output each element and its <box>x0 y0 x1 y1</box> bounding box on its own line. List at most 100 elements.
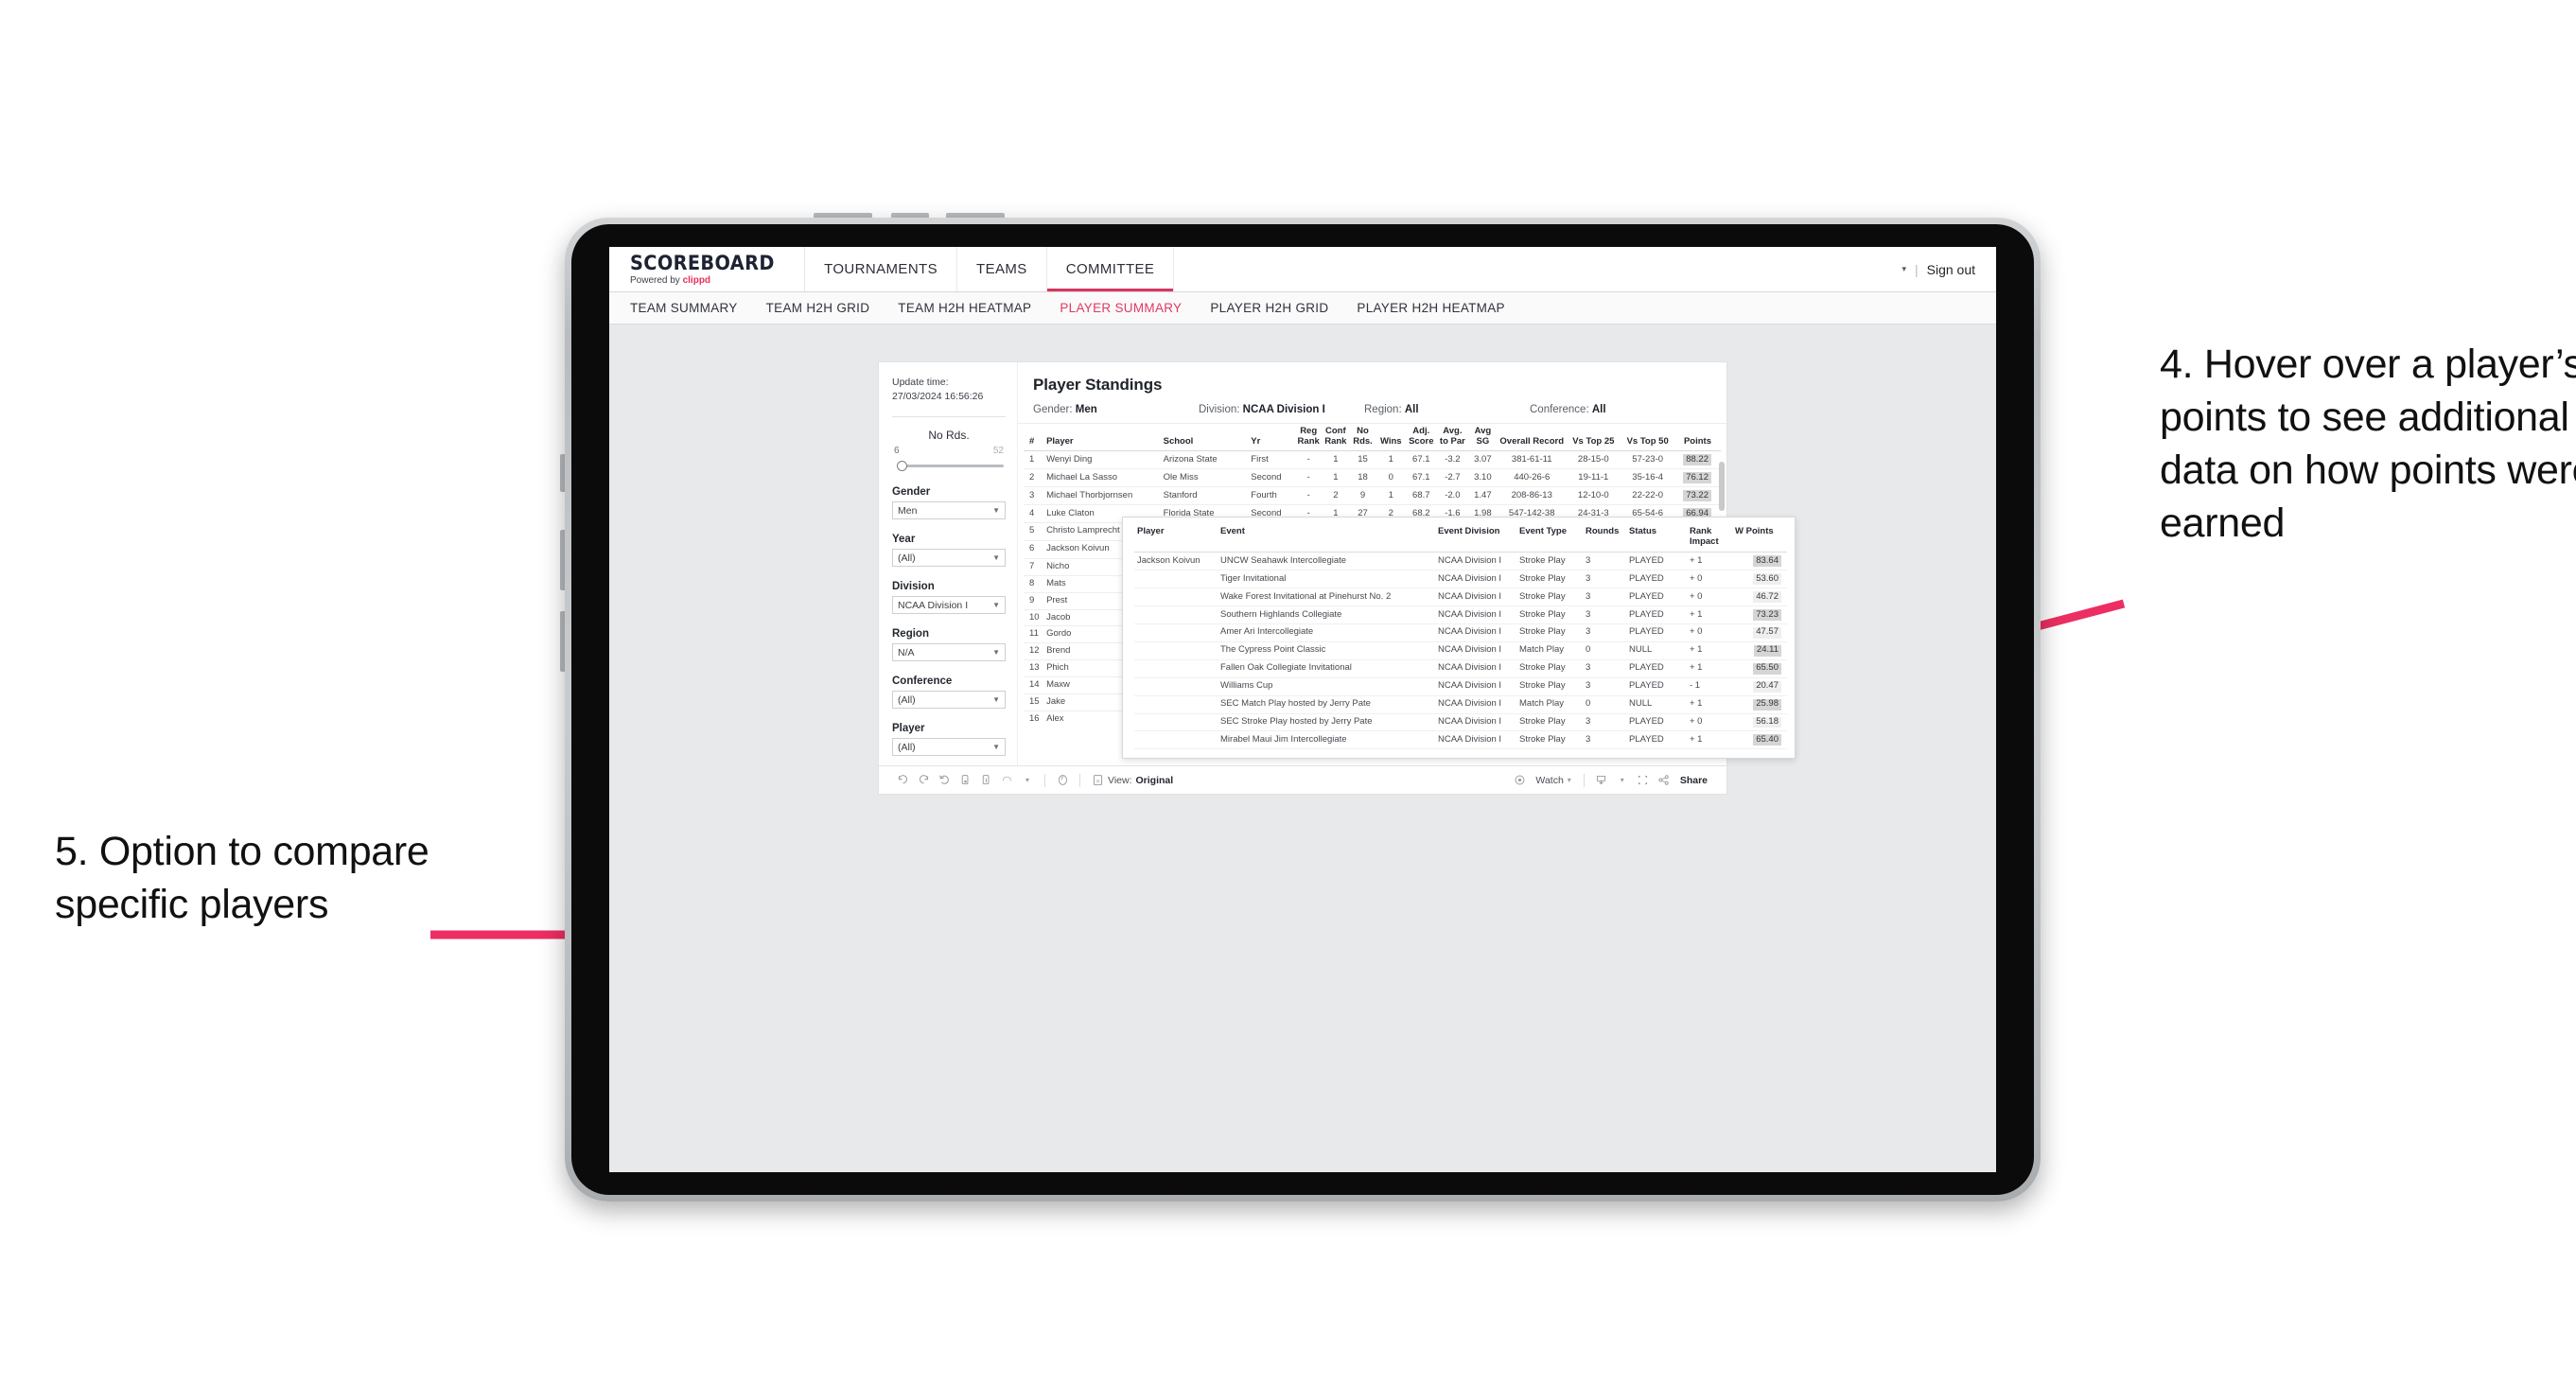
w-points-value: 53.60 <box>1753 573 1781 586</box>
filter-no-rounds[interactable]: No Rds. 6 52 <box>892 429 1006 472</box>
col-vs-top-25[interactable]: Vs Top 25 <box>1566 424 1621 452</box>
undo-icon[interactable] <box>892 774 913 786</box>
tooltip-cell-event: The Cypress Point Classic <box>1218 641 1435 660</box>
filter-region-select[interactable]: N/A ▼ <box>892 643 1006 662</box>
tooltip-cell-rounds: 3 <box>1583 605 1626 624</box>
tooltip-body: Jackson Koivun UNCW Seahawk Intercollegia… <box>1134 552 1787 750</box>
col-adj-score[interactable]: Adj. Score <box>1405 424 1437 452</box>
table-row[interactable]: 2 Michael La Sasso Ole Miss Second -1 18 0 67.1… <box>1024 468 1721 488</box>
tooltip-cell-w-points: 47.57 <box>1732 623 1787 642</box>
filter-division-select[interactable]: NCAA Division I ▼ <box>892 596 1006 615</box>
col-wins[interactable]: Wins <box>1376 424 1406 452</box>
tooltip-cell-rounds: 3 <box>1583 588 1626 607</box>
watch-button[interactable]: Watch ▾ <box>1535 775 1570 786</box>
cell-points[interactable]: 88.22 <box>1674 450 1721 470</box>
view-original-icon[interactable]: a <box>1087 774 1108 786</box>
col-points[interactable]: Points <box>1674 424 1721 452</box>
tooltip-cell-event: Southern Highlands Collegiate <box>1218 605 1435 624</box>
w-points-value: 47.57 <box>1753 627 1781 639</box>
col-player[interactable]: Player <box>1044 424 1162 452</box>
fullscreen-icon[interactable] <box>1633 774 1654 786</box>
topnav-item-committee[interactable]: COMMITTEE <box>1046 247 1175 291</box>
download-caret-icon[interactable]: ▾ <box>1612 776 1633 784</box>
filter-conference-select[interactable]: (All) ▼ <box>892 691 1006 710</box>
cell-t50: 22-22-0 <box>1620 486 1675 506</box>
cell-points[interactable]: 73.22 <box>1674 486 1721 506</box>
no-rounds-slider[interactable] <box>892 459 1006 472</box>
view-original-label[interactable]: View: Original <box>1108 775 1173 786</box>
redo-icon[interactable] <box>913 774 934 786</box>
tooltip-cell-w-points: 83.64 <box>1732 552 1787 571</box>
share-button[interactable]: Share <box>1680 775 1708 786</box>
topnav-item-tournaments[interactable]: TOURNAMENTS <box>805 247 958 291</box>
tooltip-cell-rounds: 3 <box>1583 570 1626 589</box>
tooltip-cell-status: PLAYED <box>1626 659 1687 678</box>
subnav-item-player-h2h-grid[interactable]: PLAYER H2H GRID <box>1210 301 1349 315</box>
tooltip-row: Wake Forest Invitational at Pinehurst No… <box>1134 588 1787 607</box>
filter-year-select[interactable]: (All) ▼ <box>892 549 1006 568</box>
cell-points[interactable]: 76.12 <box>1674 468 1721 488</box>
pause-icon[interactable] <box>975 774 996 786</box>
refresh-icon[interactable] <box>955 774 975 786</box>
tooltip-cell-status: PLAYED <box>1626 730 1687 750</box>
col-rank[interactable]: # <box>1024 424 1045 452</box>
cell-n: 13 <box>1024 659 1045 678</box>
cell-n: 9 <box>1024 592 1045 610</box>
tooltip-cell-event: Tiger Invitational <box>1218 570 1435 589</box>
col-overall-record[interactable]: Overall Record <box>1497 424 1567 452</box>
share-label: Share <box>1679 774 1708 786</box>
brand-logo[interactable]: SCOREBOARD Powered by clippd <box>609 247 806 291</box>
table-row[interactable]: 3 Michael Thorbjornsen Stanford Fourth -2 9 1 6… <box>1024 486 1721 506</box>
subnav-item-player-h2h-heatmap[interactable]: PLAYER H2H HEATMAP <box>1357 301 1525 315</box>
filter-gender-label: Gender <box>892 486 931 499</box>
share-icon[interactable] <box>1654 774 1674 786</box>
tooltip-cell-impact: + 1 <box>1687 641 1732 660</box>
cell-atp: -3.2 <box>1436 450 1468 470</box>
revert-icon[interactable] <box>934 774 955 786</box>
col-avg-sg[interactable]: Avg SG <box>1467 424 1498 452</box>
filter-player-select[interactable]: (All) ▼ <box>892 738 1006 757</box>
user-caret-icon[interactable]: ▾ <box>1901 264 1906 274</box>
topnav-item-teams[interactable]: TEAMS <box>957 247 1047 291</box>
col-vs-top-50[interactable]: Vs Top 50 <box>1620 424 1675 452</box>
rail-divider <box>892 416 1006 418</box>
subheader-conference: Conference: All <box>1530 404 1695 415</box>
col-yr[interactable]: Yr <box>1249 424 1295 452</box>
slider-knob[interactable] <box>897 461 907 472</box>
view-label: View: <box>1108 774 1132 786</box>
w-points-value: 73.23 <box>1753 609 1781 621</box>
tooltip-cell-type: Stroke Play <box>1516 570 1583 589</box>
col-school[interactable]: School <box>1161 424 1250 452</box>
subnav-item-team-summary[interactable]: TEAM SUMMARY <box>630 301 759 315</box>
subheader-division: Division: NCAA Division I <box>1199 404 1364 415</box>
subnav-item-team-h2h-heatmap[interactable]: TEAM H2H HEATMAP <box>898 301 1052 315</box>
watch-icon[interactable] <box>1509 774 1530 786</box>
col-avg-to-par[interactable]: Avg. to Par <box>1436 424 1468 452</box>
col-conf-rank[interactable]: Conf Rank <box>1322 424 1350 452</box>
subnav-item-team-h2h-grid[interactable]: TEAM H2H GRID <box>766 301 891 315</box>
tooltip-cell-player <box>1134 713 1218 732</box>
filter-year-value: (All) <box>898 552 916 564</box>
cell-rec: 381-61-11 <box>1497 450 1567 470</box>
pan-icon[interactable] <box>996 774 1017 786</box>
col-reg-rank[interactable]: Reg Rank <box>1294 424 1323 452</box>
no-rounds-range: 6 52 <box>892 446 1006 456</box>
sign-out-link[interactable]: Sign out <box>1927 262 1975 277</box>
col-no-rds[interactable]: No Rds. <box>1349 424 1376 452</box>
pan-caret-icon[interactable]: ▾ <box>1017 776 1038 784</box>
tooltip-cell-player: Jackson Koivun <box>1134 552 1218 571</box>
highlight-icon[interactable] <box>1052 774 1073 786</box>
scrollbar-thumb[interactable] <box>1719 462 1725 511</box>
points-value[interactable]: 73.22 <box>1683 490 1711 502</box>
download-icon[interactable] <box>1591 774 1612 786</box>
cell-conf: 1 <box>1322 468 1350 488</box>
filter-gender-select[interactable]: Men ▼ <box>892 501 1006 520</box>
tooltip-cell-player <box>1134 570 1218 589</box>
points-value[interactable]: 88.22 <box>1683 454 1711 466</box>
table-row[interactable]: 1 Wenyi Ding Arizona State First -1 15 1 67.1 -3… <box>1024 450 1721 470</box>
tooltip-cell-status: PLAYED <box>1626 552 1687 571</box>
cell-yr: First <box>1249 450 1295 470</box>
viz-main-area: Player Standings Gender: Men Division: N… <box>1018 362 1796 765</box>
subnav-item-player-summary[interactable]: PLAYER SUMMARY <box>1060 301 1202 315</box>
points-value[interactable]: 76.12 <box>1683 472 1711 484</box>
